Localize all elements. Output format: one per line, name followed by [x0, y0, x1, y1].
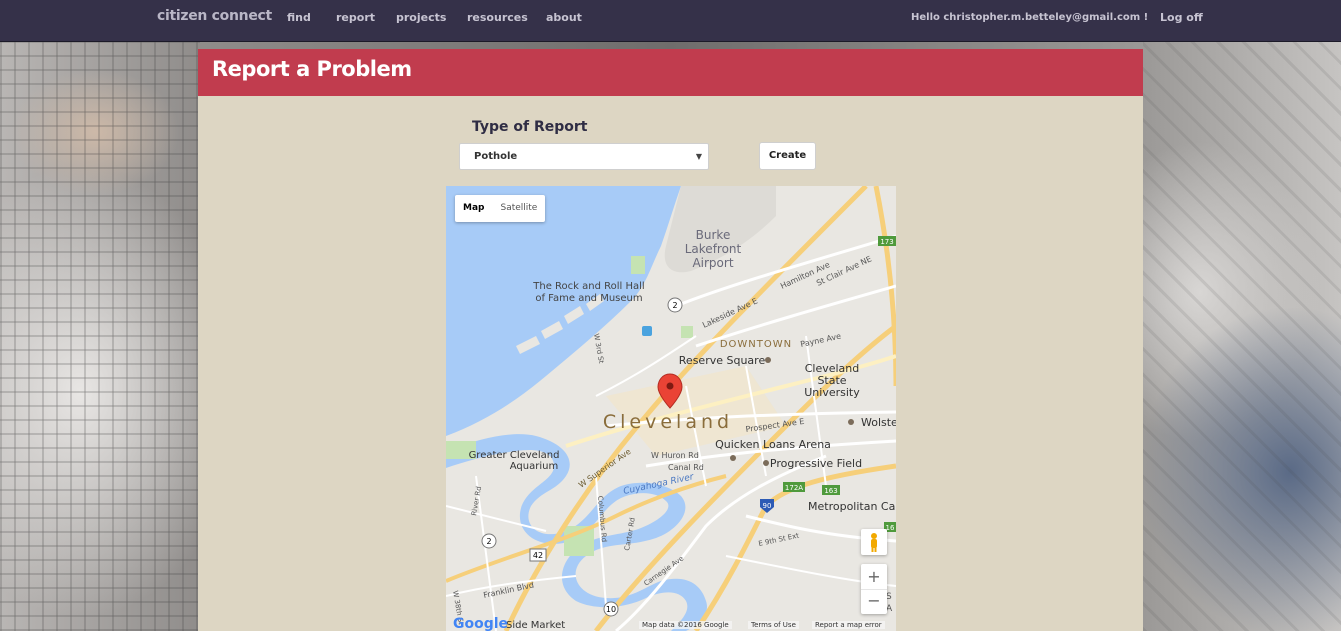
nav-report[interactable]: report	[336, 11, 375, 24]
map-type-control: Map Satellite	[455, 195, 546, 222]
map-label: of Fame and Museum	[535, 293, 642, 304]
map-canvas[interactable]: 2 2 42 10 90 172A 163 173 16 Burke Lakef…	[446, 186, 896, 631]
nav-resources[interactable]: resources	[467, 11, 528, 24]
nav-about[interactable]: about	[546, 11, 582, 24]
zoom-in-button[interactable]: +	[861, 564, 887, 590]
user-greeting[interactable]: Hello christopher.m.betteley@gmail.com !	[911, 12, 1148, 23]
chevron-down-icon: ▼	[695, 152, 702, 161]
google-logo[interactable]: Google	[450, 616, 511, 631]
street-view-pegman-icon[interactable]	[861, 529, 887, 555]
report-map-error-link[interactable]: Report a map error	[812, 621, 885, 629]
map-label: University	[804, 386, 860, 399]
zoom-control: + −	[861, 564, 887, 614]
brand-logo[interactable]: citizen connect	[157, 8, 272, 24]
map-label: Quicken Loans Arena	[715, 438, 831, 451]
route-label: 90	[763, 502, 772, 510]
map-data-attribution: Map data ©2016 Google	[639, 621, 732, 629]
map-view[interactable]: 2 2 42 10 90 172A 163 173 16 Burke Lakef…	[446, 186, 896, 631]
top-navbar: citizen connect find report projects res…	[0, 0, 1341, 42]
map-label: Aquarium	[510, 461, 558, 472]
map-label: Metropolitan Ca	[808, 500, 895, 513]
map-label: The Rock and Roll Hall	[532, 281, 644, 292]
park	[681, 326, 693, 338]
route-label: 2	[486, 537, 491, 546]
map-label: Cleveland	[603, 411, 733, 433]
map-label: DOWNTOWN	[720, 339, 792, 350]
route-label: 2	[672, 301, 677, 310]
transit-icon	[642, 326, 652, 336]
map-footer: Google Map data ©2016 Google Terms of Us…	[446, 616, 896, 631]
map-label: W Huron Rd	[651, 451, 699, 460]
poi-icon	[848, 419, 854, 425]
background-shirt-pattern	[0, 42, 200, 631]
report-type-label: Type of Report	[472, 119, 588, 135]
terms-of-use-link[interactable]: Terms of Use	[748, 621, 799, 629]
report-type-value: Pothole	[474, 151, 518, 162]
map-label: Wolste	[861, 416, 896, 429]
poi-icon	[730, 455, 736, 461]
map-label: Canal Rd	[668, 463, 704, 472]
park	[631, 256, 645, 274]
route-label: 10	[606, 605, 616, 614]
background-pattern-right	[1143, 42, 1341, 631]
map-type-satellite-button[interactable]: Satellite	[492, 195, 545, 222]
create-button[interactable]: Create	[759, 142, 816, 170]
route-label: 172A	[785, 484, 803, 492]
poi-icon	[765, 357, 771, 363]
poi-icon	[763, 460, 769, 466]
report-type-select[interactable]: Pothole ▼	[459, 143, 709, 170]
map-type-map-button[interactable]: Map	[455, 195, 492, 222]
map-label: Lakefront	[685, 242, 742, 256]
map-label: A	[886, 604, 893, 614]
route-label: 163	[824, 487, 837, 495]
page-title: Report a Problem	[212, 57, 412, 81]
route-label: 42	[533, 551, 543, 560]
panel-header: Report a Problem	[198, 49, 1143, 96]
map-label: Reserve Square	[679, 354, 766, 367]
nav-find[interactable]: find	[287, 11, 311, 24]
route-label: 173	[880, 238, 893, 246]
map-label: Progressive Field	[770, 457, 862, 470]
zoom-out-button[interactable]: −	[861, 590, 887, 614]
map-label: Burke	[696, 228, 731, 242]
map-label: Greater Cleveland	[469, 450, 560, 461]
nav-projects[interactable]: projects	[396, 11, 446, 24]
logoff-link[interactable]: Log off	[1160, 11, 1203, 24]
map-label: Airport	[692, 256, 733, 270]
pin-center	[666, 382, 674, 390]
